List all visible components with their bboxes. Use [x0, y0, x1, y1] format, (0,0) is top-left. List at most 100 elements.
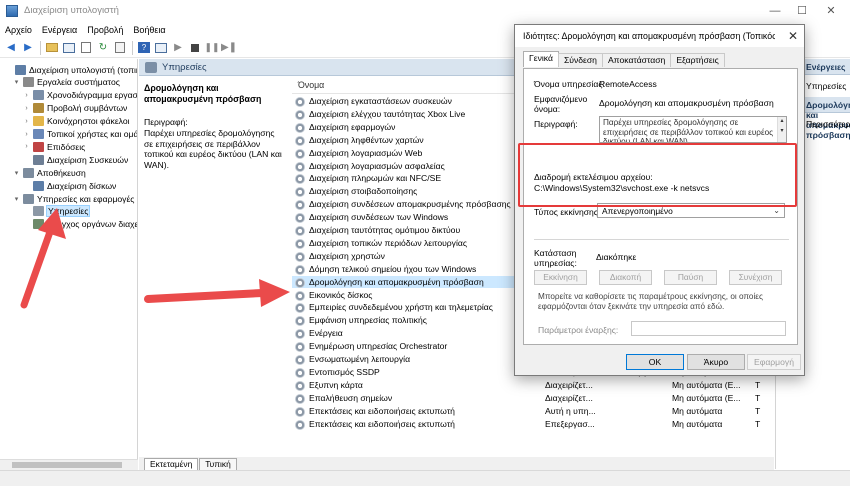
- window-close-button[interactable]: ✕: [816, 0, 846, 21]
- tab-recovery[interactable]: Αποκατάσταση: [601, 53, 672, 67]
- tree-item[interactable]: Διαχείριση Συσκευών: [22, 153, 128, 166]
- service-name-cell: Εξυπνη κάρτα: [309, 379, 363, 390]
- toolbar-separator: [40, 40, 41, 55]
- menu-help[interactable]: Βοήθεια: [128, 25, 170, 35]
- dialog-close-icon[interactable]: ✕: [788, 29, 798, 43]
- tree-horizontal-scrollbar[interactable]: [0, 459, 138, 470]
- startup-type-value: Απενεργοποιημένο: [602, 206, 673, 216]
- service-name-cell: Διαχείριση ληφθέντων χαρτών: [309, 134, 424, 145]
- tree-item-label: Υπηρεσίες και εφαρμογές: [37, 193, 135, 204]
- back-icon[interactable]: ◀: [3, 40, 19, 56]
- tree-item[interactable]: Διαχείριση δίσκων: [22, 179, 116, 192]
- expand-chevron-icon[interactable]: ›: [22, 118, 31, 125]
- tree-item[interactable]: › Κοινόχρηστοι φάκελοι: [22, 115, 130, 128]
- action-pane-icon[interactable]: [153, 40, 169, 56]
- expand-chevron-icon[interactable]: ›: [22, 131, 31, 138]
- service-row[interactable]: Επαλήθευση σημείων Διαχειρίζετ... Μη αυτόμ…: [292, 392, 774, 405]
- chevron-down-icon: ⌄: [773, 206, 780, 215]
- service-status-label: Κατάσταση υπηρεσίας:: [534, 248, 577, 268]
- status-bar: [0, 470, 850, 486]
- display-name-value[interactable]: Δρομολόγηση και απομακρυσμένη πρόσβαση: [599, 98, 774, 108]
- stop-service-icon[interactable]: [187, 40, 203, 56]
- service-status-value: Διακόπηκε: [596, 252, 637, 262]
- menu-file[interactable]: Αρχείο: [0, 25, 37, 35]
- apply-button[interactable]: Εφαρμογή: [747, 354, 801, 370]
- up-folder-icon[interactable]: [44, 40, 60, 56]
- service-row[interactable]: Επεκτάσεις και ειδοποιήσεις εκτυπωτή Αυτή…: [292, 405, 774, 418]
- service-name-cell: Διαχείριση συνδέσεων των Windows: [309, 212, 449, 223]
- help-icon[interactable]: ?: [136, 40, 152, 56]
- tab-general[interactable]: Γενικά: [523, 51, 559, 67]
- expand-chevron-icon[interactable]: ›: [22, 92, 31, 99]
- pause-service-icon[interactable]: ❚❚: [204, 40, 220, 56]
- tree-item[interactable]: Υπηρεσίες: [22, 205, 91, 218]
- restart-service-icon[interactable]: ▶❚: [221, 40, 237, 56]
- export-list-icon[interactable]: [112, 40, 128, 56]
- computer-management-icon: [6, 4, 18, 17]
- expand-chevron-icon[interactable]: ›: [22, 143, 31, 150]
- description-scrollbar[interactable]: ▴ ▾: [777, 117, 786, 142]
- expand-chevron-icon[interactable]: ▾: [12, 78, 21, 86]
- service-gear-icon: [295, 264, 305, 275]
- refresh-icon[interactable]: ↻: [95, 40, 111, 56]
- tab-logon[interactable]: Σύνδεση: [557, 53, 603, 67]
- menu-action[interactable]: Ενέργεια: [37, 25, 82, 35]
- tab-standard[interactable]: Τυπική: [199, 458, 237, 470]
- service-gear-icon: [295, 174, 305, 185]
- service-row[interactable]: Εξυπνη κάρτα Διαχειρίζετ... Μη αυτόματα (Ε…: [292, 379, 774, 392]
- dialog-description-box[interactable]: Παρέχει υπηρεσίες δρομολόγησης σε επιχει…: [599, 116, 787, 143]
- tree-node-icon: [15, 64, 26, 75]
- tree-item[interactable]: Έλεγχος οργάνων διαχείρισης: [22, 218, 137, 231]
- service-gear-icon: [295, 367, 305, 378]
- maximize-button[interactable]: ☐: [787, 0, 817, 21]
- service-gear-icon: [295, 355, 305, 365]
- start-service-icon[interactable]: ▶: [170, 40, 186, 56]
- minimize-button[interactable]: —: [760, 0, 790, 21]
- show-hide-tree-icon[interactable]: [61, 40, 77, 56]
- service-name-cell: Διαχείριση εγκαταστάσεων συσκευών: [309, 96, 452, 106]
- service-row[interactable]: Επεκτάσεις και ειδοποιήσεις εκτυπωτή Επεξ…: [292, 418, 774, 431]
- service-gear-icon: [295, 109, 305, 120]
- service-gear-icon: [295, 251, 305, 262]
- divider: [534, 239, 789, 240]
- service-gear-icon: [295, 161, 305, 172]
- tree-node-icon: [33, 206, 44, 217]
- tab-extended[interactable]: Εκτεταμένη: [144, 458, 199, 470]
- actions-item-more[interactable]: Περισσότερες ενέργειες: [806, 119, 850, 129]
- startup-type-select[interactable]: Απενεργοποιημένο ⌄: [597, 203, 785, 218]
- cancel-button[interactable]: Άκυρο: [687, 354, 745, 370]
- scrollbar-thumb[interactable]: [12, 462, 122, 468]
- expand-chevron-icon[interactable]: ›: [22, 105, 31, 112]
- pause-button[interactable]: Παύση: [664, 270, 717, 285]
- tree-item[interactable]: › Τοπικοί χρήστες και ομάδες: [22, 128, 137, 141]
- start-button[interactable]: Εκκίνηση: [534, 270, 587, 285]
- expand-chevron-icon[interactable]: ▾: [12, 169, 21, 177]
- dialog-tabs: Γενικά Σύνδεση Αποκατάσταση Εξαρτήσεις: [523, 51, 725, 68]
- service-description-pane: Δρομολόγηση και απομακρυσμένη πρόσβαση Π…: [139, 77, 291, 457]
- tree-item[interactable]: ▾ Υπηρεσίες και εφαρμογές: [12, 192, 134, 205]
- tree-item[interactable]: › Επιδόσεις: [22, 140, 85, 153]
- service-gear-icon: [295, 290, 305, 301]
- executable-path-value: C:\Windows\System32\svchost.exe -k netsv…: [534, 183, 710, 193]
- actions-item-services[interactable]: Υπηρεσίες: [806, 81, 846, 91]
- tree-item[interactable]: › Χρονοδιάγραμμα εργασιών: [22, 89, 137, 102]
- forward-icon[interactable]: ▶: [20, 40, 36, 56]
- tree-item[interactable]: ▾ Αποθήκευση: [12, 166, 86, 179]
- tree-item-label: Προβολή συμβάντων: [47, 103, 128, 114]
- tree-item[interactable]: Διαχείριση υπολογιστή (τοπικός): [4, 63, 137, 76]
- general-tab-panel: Όνομα υπηρεσίας: RemoteAccess Εμφανιζόμε…: [523, 68, 798, 345]
- tab-dependencies[interactable]: Εξαρτήσεις: [670, 53, 725, 67]
- tree-item[interactable]: › Προβολή συμβάντων: [22, 102, 127, 115]
- stop-button[interactable]: Διακοπή: [599, 270, 652, 285]
- menu-view[interactable]: Προβολή: [82, 25, 128, 35]
- ok-button[interactable]: OK: [626, 354, 684, 370]
- start-params-input[interactable]: [631, 321, 786, 336]
- expand-chevron-icon[interactable]: ▾: [12, 195, 21, 203]
- resume-button[interactable]: Συνέχιση: [729, 270, 782, 285]
- tree-item[interactable]: ▾ Εργαλεία συστήματος: [12, 76, 120, 89]
- column-name-header[interactable]: Όνομα: [298, 80, 324, 90]
- tree-item-label: Διαχείριση υπολογιστή (τοπικός): [29, 64, 137, 75]
- properties-icon[interactable]: [78, 40, 94, 56]
- window-title: Διαχείριση υπολογιστή: [24, 5, 119, 16]
- display-name-label: Εμφανιζόμενο όνομα:: [534, 94, 588, 114]
